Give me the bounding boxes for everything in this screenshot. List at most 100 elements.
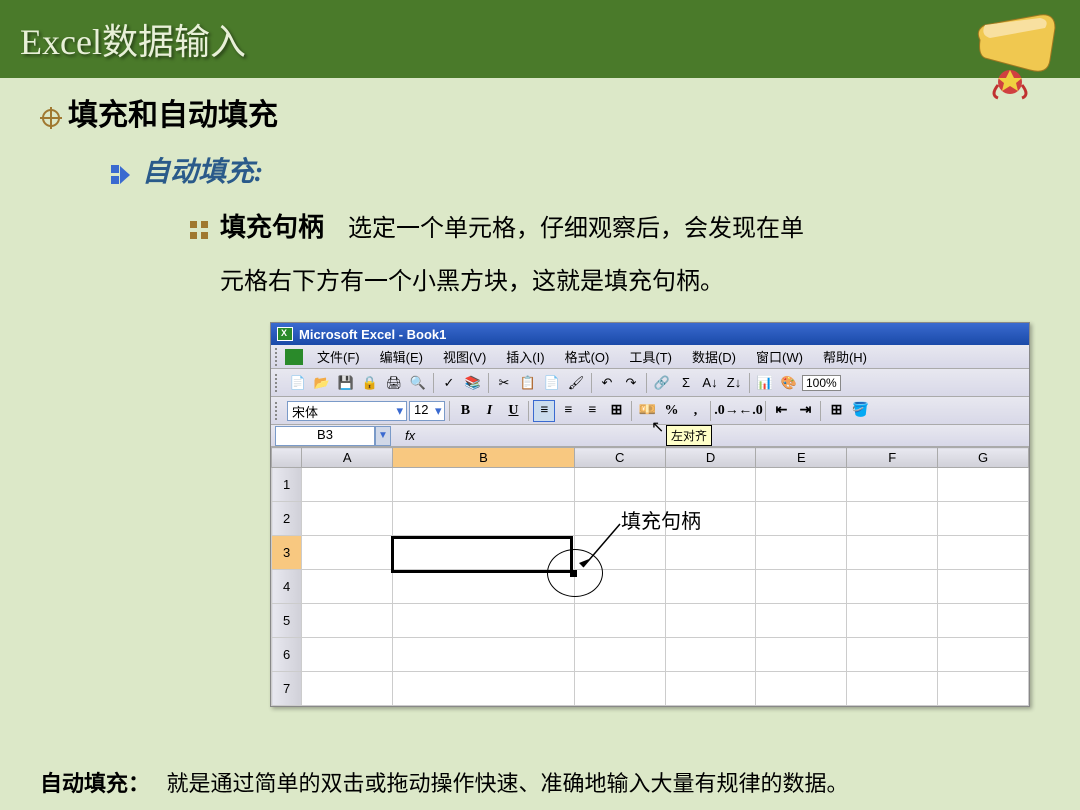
- save-icon[interactable]: 💾: [335, 372, 357, 394]
- menu-help[interactable]: 帮助(H): [813, 345, 877, 368]
- sort-desc-icon[interactable]: Z↓: [723, 372, 745, 394]
- cell[interactable]: [574, 468, 665, 502]
- font-name-select[interactable]: 宋体: [287, 401, 407, 421]
- toolbar-grip-icon[interactable]: [275, 374, 279, 392]
- cell[interactable]: [938, 638, 1029, 672]
- comma-button[interactable]: ,: [684, 400, 706, 422]
- cell[interactable]: [847, 502, 938, 536]
- font-size-select[interactable]: 12: [409, 401, 445, 421]
- redo-icon[interactable]: ↷: [620, 372, 642, 394]
- increase-indent-button[interactable]: ⇥: [794, 400, 816, 422]
- cell[interactable]: [847, 672, 938, 706]
- cell[interactable]: [756, 604, 847, 638]
- cell[interactable]: [756, 570, 847, 604]
- cell[interactable]: [393, 638, 575, 672]
- row-header-3[interactable]: 3: [272, 536, 302, 570]
- cell[interactable]: [393, 502, 575, 536]
- cell[interactable]: [574, 604, 665, 638]
- cell[interactable]: [665, 672, 756, 706]
- zoom-level[interactable]: 100%: [802, 375, 841, 391]
- cell[interactable]: [302, 468, 393, 502]
- cell[interactable]: [302, 536, 393, 570]
- cell[interactable]: [847, 570, 938, 604]
- cell[interactable]: [302, 672, 393, 706]
- permission-icon[interactable]: 🔒: [359, 372, 381, 394]
- fx-label[interactable]: fx: [391, 428, 425, 443]
- cell[interactable]: [665, 604, 756, 638]
- menu-window[interactable]: 窗口(W): [746, 345, 813, 368]
- cell[interactable]: [393, 672, 575, 706]
- research-icon[interactable]: 📚: [462, 372, 484, 394]
- decrease-indent-button[interactable]: ⇤: [770, 400, 792, 422]
- cell[interactable]: [665, 570, 756, 604]
- bold-button[interactable]: B: [454, 400, 476, 422]
- select-all-corner[interactable]: [272, 448, 302, 468]
- open-icon[interactable]: 📂: [311, 372, 333, 394]
- window-titlebar[interactable]: Microsoft Excel - Book1: [271, 323, 1029, 345]
- row-header-4[interactable]: 4: [272, 570, 302, 604]
- menu-data[interactable]: 数据(D): [682, 345, 746, 368]
- undo-icon[interactable]: ↶: [596, 372, 618, 394]
- cell[interactable]: [756, 672, 847, 706]
- cell[interactable]: [938, 604, 1029, 638]
- align-right-button[interactable]: ≡: [581, 400, 603, 422]
- row-header-1[interactable]: 1: [272, 468, 302, 502]
- cell[interactable]: [847, 536, 938, 570]
- cell[interactable]: [393, 604, 575, 638]
- row-header-6[interactable]: 6: [272, 638, 302, 672]
- copy-icon[interactable]: 📋: [517, 372, 539, 394]
- new-icon[interactable]: 📄: [287, 372, 309, 394]
- align-center-button[interactable]: ≡: [557, 400, 579, 422]
- italic-button[interactable]: I: [478, 400, 500, 422]
- menu-file[interactable]: 文件(F): [307, 345, 370, 368]
- row-header-7[interactable]: 7: [272, 672, 302, 706]
- print-icon[interactable]: 🖨: [383, 372, 405, 394]
- align-left-button[interactable]: ≡: [533, 400, 555, 422]
- cell[interactable]: [393, 468, 575, 502]
- cell[interactable]: [665, 536, 756, 570]
- menu-tools[interactable]: 工具(T): [619, 345, 682, 368]
- column-header-b[interactable]: B: [393, 448, 575, 468]
- paste-icon[interactable]: 📄: [541, 372, 563, 394]
- column-header-g[interactable]: G: [938, 448, 1029, 468]
- worksheet-grid[interactable]: A B C D E F G 1 2 3 4 5 6 7: [271, 447, 1029, 706]
- merge-button[interactable]: ⊞: [605, 400, 627, 422]
- decrease-decimal-button[interactable]: ←.0: [739, 400, 761, 422]
- format-painter-icon[interactable]: 🖌: [565, 372, 587, 394]
- menu-view[interactable]: 视图(V): [433, 345, 496, 368]
- column-header-c[interactable]: C: [574, 448, 665, 468]
- cell[interactable]: [847, 468, 938, 502]
- name-box-dropdown[interactable]: ▼: [375, 426, 391, 446]
- menu-format[interactable]: 格式(O): [555, 345, 620, 368]
- cell[interactable]: [847, 604, 938, 638]
- cell[interactable]: [574, 570, 665, 604]
- row-header-5[interactable]: 5: [272, 604, 302, 638]
- spelling-icon[interactable]: ✓: [438, 372, 460, 394]
- borders-button[interactable]: ⊞: [825, 400, 847, 422]
- drawing-icon[interactable]: 🎨: [778, 372, 800, 394]
- underline-button[interactable]: U: [502, 400, 524, 422]
- toolbar-grip-icon[interactable]: [275, 402, 279, 420]
- cell[interactable]: [665, 468, 756, 502]
- sort-asc-icon[interactable]: A↓: [699, 372, 721, 394]
- menu-insert[interactable]: 插入(I): [496, 345, 554, 368]
- increase-decimal-button[interactable]: .0→: [715, 400, 737, 422]
- row-header-2[interactable]: 2: [272, 502, 302, 536]
- cell[interactable]: [938, 672, 1029, 706]
- cell[interactable]: [938, 536, 1029, 570]
- cell[interactable]: [938, 468, 1029, 502]
- column-header-d[interactable]: D: [665, 448, 756, 468]
- cell[interactable]: [847, 638, 938, 672]
- cell[interactable]: [756, 502, 847, 536]
- chart-icon[interactable]: 📊: [754, 372, 776, 394]
- toolbar-grip-icon[interactable]: [275, 348, 279, 366]
- cell[interactable]: [302, 502, 393, 536]
- cell[interactable]: [756, 638, 847, 672]
- cell[interactable]: [665, 638, 756, 672]
- cell[interactable]: [756, 468, 847, 502]
- hyperlink-icon[interactable]: 🔗: [651, 372, 673, 394]
- cell[interactable]: [574, 672, 665, 706]
- fill-color-button[interactable]: 🪣: [849, 400, 871, 422]
- cell[interactable]: [393, 570, 575, 604]
- column-header-a[interactable]: A: [302, 448, 393, 468]
